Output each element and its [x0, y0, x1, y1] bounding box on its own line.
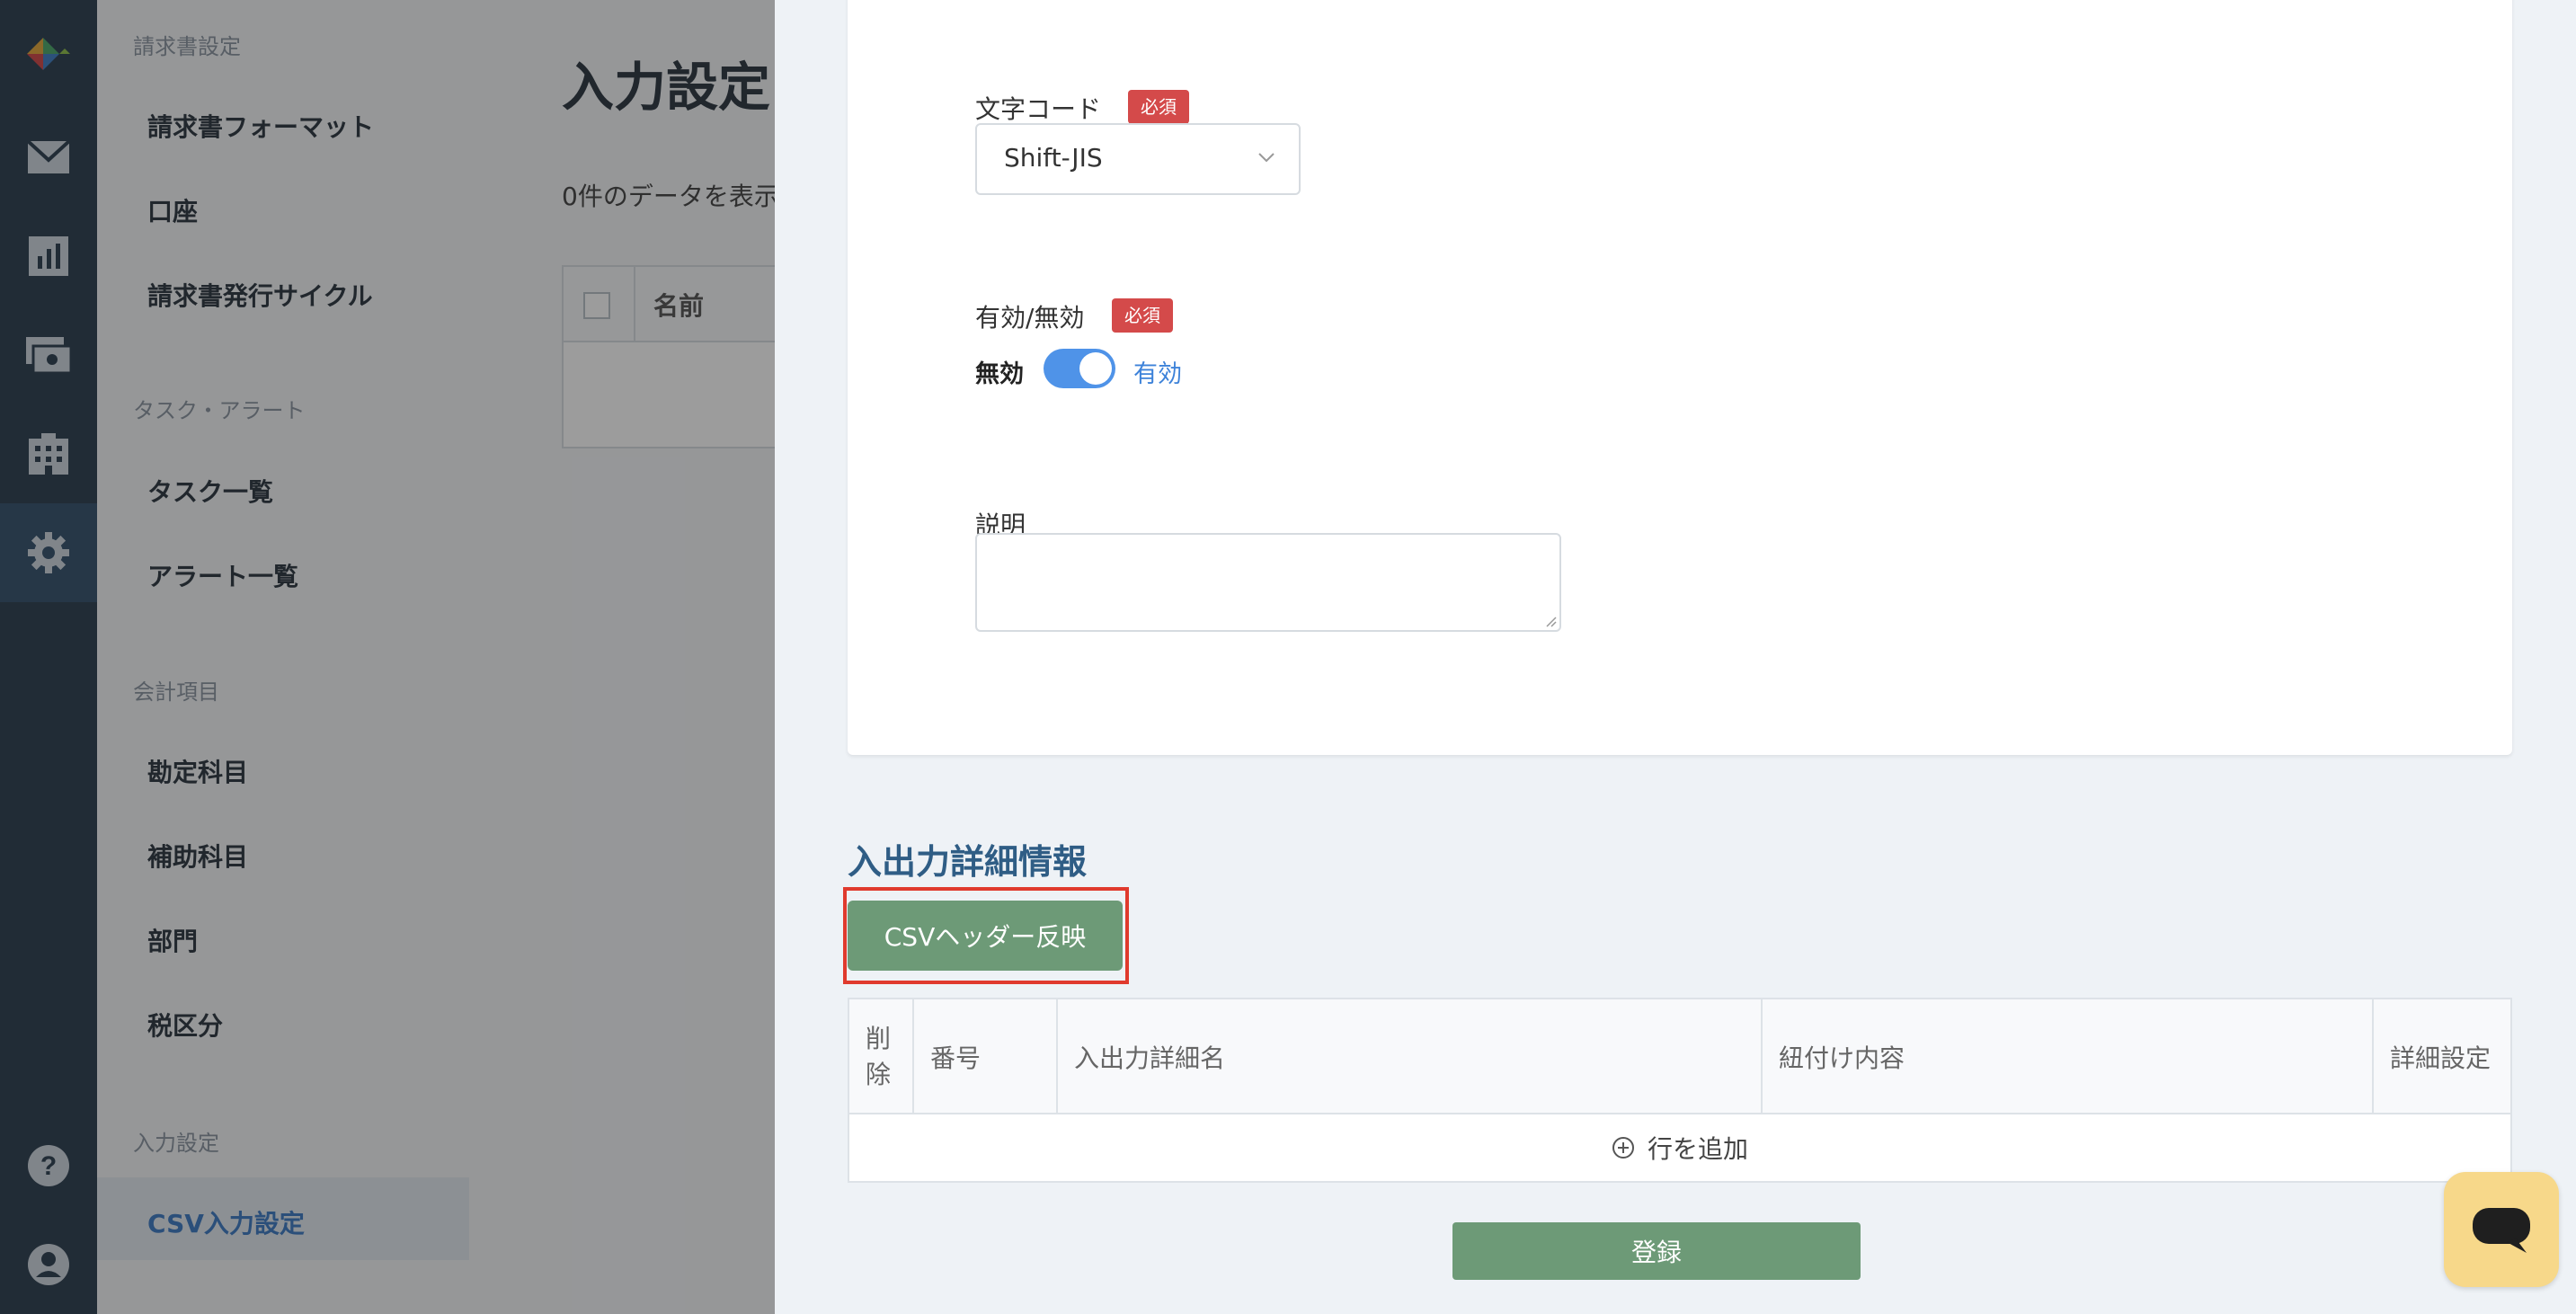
description-textarea[interactable] [975, 533, 1561, 632]
form-card: 文字コード 必須 Shift-JIS 有効/無効 必須 無効 有効 説明 [848, 0, 2512, 755]
encoding-select[interactable]: Shift-JIS [975, 123, 1301, 195]
required-badge: 必須 [1112, 298, 1173, 333]
csv-header-apply-button[interactable]: CSVヘッダー反映 [848, 901, 1123, 971]
active-label: 有効/無効 [975, 303, 1085, 333]
detail-table: 削除 番号 入出力詳細名 紐付け内容 詳細設定 行を追加 [848, 998, 2512, 1183]
column-header-mapping: 紐付け内容 [1761, 999, 2374, 1113]
active-toggle-switch[interactable] [1044, 349, 1115, 388]
column-header-detail-settings: 詳細設定 [2390, 1043, 2492, 1073]
toggle-on-label: 有効 [1133, 360, 1182, 388]
required-badge: 必須 [1128, 90, 1189, 124]
toggle-knob [1079, 352, 1112, 385]
detail-section-title: 入出力詳細情報 [848, 842, 1088, 882]
plus-circle-icon [1612, 1137, 1634, 1159]
encoding-select-value: Shift-JIS [1004, 143, 1103, 173]
column-header-detail-name: 入出力詳細名 [1056, 999, 1763, 1113]
column-header-number: 番号 [912, 999, 1058, 1113]
settings-drawer: 文字コード 必須 Shift-JIS 有効/無効 必須 無効 有効 説明 入出力… [775, 0, 2576, 1314]
chevron-down-icon [1258, 153, 1275, 163]
resize-grip-icon[interactable] [1543, 614, 1558, 628]
encoding-label: 文字コード [975, 94, 1102, 124]
toggle-off-label: 無効 [975, 360, 1024, 388]
add-row-button[interactable]: 行を追加 [849, 1113, 2510, 1183]
add-row-label: 行を追加 [1647, 1134, 1748, 1164]
chat-support-button[interactable] [2444, 1172, 2559, 1287]
submit-button[interactable]: 登録 [1452, 1222, 1861, 1280]
column-header-delete: 削除 [849, 999, 914, 1113]
chat-bubble-icon [2473, 1208, 2530, 1253]
detail-table-header: 削除 番号 入出力詳細名 紐付け内容 詳細設定 [849, 999, 2510, 1114]
